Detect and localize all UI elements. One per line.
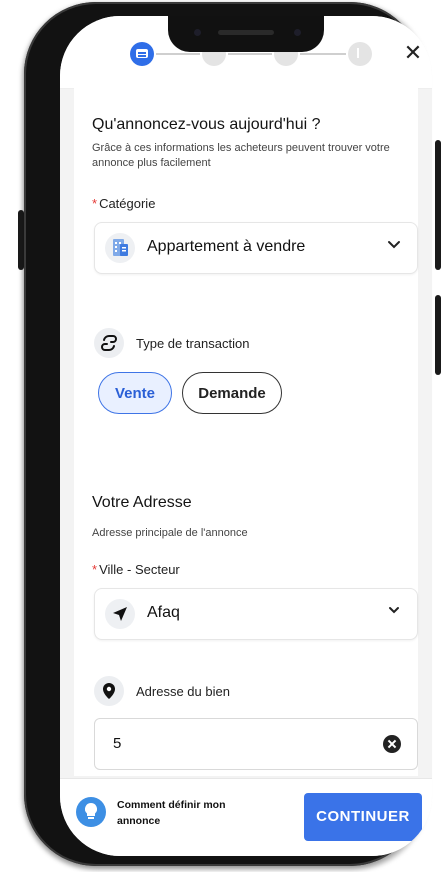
step-1-chat-icon[interactable] — [130, 42, 154, 66]
category-select[interactable]: Appartement à vendre — [94, 222, 418, 274]
phone-side-button — [435, 140, 441, 270]
section-subtitle: Adresse principale de l'annonce — [92, 527, 248, 539]
map-pin-icon — [94, 676, 124, 706]
phone-frame: ✕ Qu'annoncez-vous aujourd'hui ? Grâce à… — [24, 2, 432, 866]
continue-button[interactable]: CONTINUER — [304, 793, 422, 841]
city-label: * Ville - Secteur — [92, 562, 180, 577]
required-mark: * — [92, 562, 98, 577]
category-label: * Catégorie — [92, 196, 155, 211]
address-input[interactable]: 5 — [94, 718, 418, 770]
chevron-down-icon — [388, 241, 400, 249]
stepper-connector — [300, 53, 346, 55]
transaction-icon — [94, 328, 124, 358]
step-4-flag-icon[interactable] — [348, 42, 372, 66]
address-value: 5 — [113, 735, 122, 752]
transaction-option-demande[interactable]: Demande — [182, 372, 282, 414]
stepper-connector — [228, 53, 272, 55]
phone-side-button — [435, 295, 441, 375]
city-select[interactable]: Afaq — [94, 588, 418, 640]
transaction-option-vente[interactable]: Vente — [98, 372, 172, 414]
city-value: Afaq — [147, 604, 180, 621]
transaction-label: Type de transaction — [136, 336, 250, 351]
city-label-text: Ville - Secteur — [99, 562, 180, 577]
section-title: Qu'annoncez-vous aujourd'hui ? — [92, 116, 321, 133]
stepper-connector — [156, 53, 200, 55]
bottom-action-bar: Comment définir mon annonce CONTINUER — [60, 778, 432, 856]
close-icon[interactable]: ✕ — [398, 38, 428, 68]
address-label: Adresse du bien — [136, 684, 230, 699]
listing-info-card: Qu'annoncez-vous aujourd'hui ? Grâce à c… — [74, 88, 418, 476]
camera-dot — [294, 29, 301, 36]
section-subtitle: Grâce à ces informations les acheteurs p… — [92, 142, 390, 169]
speaker-grille — [218, 30, 274, 35]
category-label-text: Catégorie — [99, 196, 156, 211]
phone-notch — [168, 16, 324, 52]
clear-input-icon[interactable] — [383, 735, 401, 753]
chevron-down-icon — [389, 607, 399, 614]
address-card: Votre Adresse Adresse principale de l'an… — [74, 476, 418, 776]
section-title: Votre Adresse — [92, 494, 192, 511]
location-arrow-icon — [105, 599, 135, 629]
category-value: Appartement à vendre — [147, 238, 306, 255]
phone-screen: ✕ Qu'annoncez-vous aujourd'hui ? Grâce à… — [60, 16, 432, 856]
apartment-icon — [105, 233, 135, 263]
lightbulb-icon[interactable] — [76, 797, 106, 827]
required-mark: * — [92, 196, 98, 211]
camera-dot — [194, 29, 201, 36]
help-link[interactable]: Comment définir mon annonce — [117, 797, 267, 829]
